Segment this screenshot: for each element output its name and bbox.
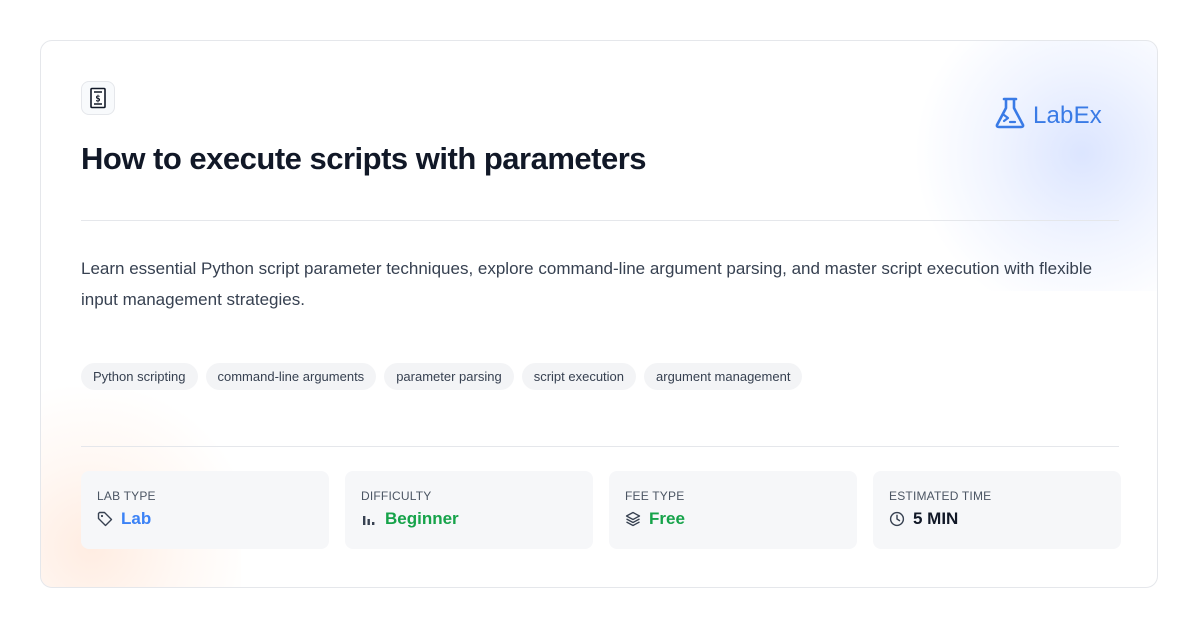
divider-bottom — [81, 446, 1119, 447]
stat-value: 5 MIN — [913, 509, 959, 528]
tag-list: Python scripting command-line arguments … — [81, 363, 803, 390]
layers-icon — [625, 511, 641, 527]
stat-difficulty: DIFFICULTY Beginner — [345, 471, 593, 549]
brand-name: LabEx — [1032, 101, 1102, 129]
stat-value: Beginner — [385, 509, 459, 528]
stat-fee-type: FEE TYPE Free — [609, 471, 857, 549]
svg-text:$: $ — [95, 95, 100, 105]
stat-estimated-time: ESTIMATED TIME 5 MIN — [873, 471, 1121, 549]
divider-top — [81, 220, 1119, 221]
code-document-icon: $ — [81, 81, 115, 115]
tag-icon — [97, 511, 113, 527]
tag-command-line-arguments[interactable]: command-line arguments — [205, 363, 377, 390]
labex-logo: LabEx — [993, 96, 1102, 135]
stat-label: DIFFICULTY — [361, 489, 432, 503]
tag-script-execution[interactable]: script execution — [521, 363, 637, 390]
stat-lab-type: LAB TYPE Lab — [81, 471, 329, 549]
tag-argument-management[interactable]: argument management — [644, 363, 803, 390]
tag-parameter-parsing[interactable]: parameter parsing — [384, 363, 514, 390]
stat-value: Lab — [121, 509, 152, 528]
lab-card: $ How to execute scripts with parameters… — [40, 40, 1158, 588]
stat-value: Free — [649, 509, 685, 528]
tag-python-scripting[interactable]: Python scripting — [81, 363, 198, 390]
stat-label: FEE TYPE — [625, 489, 685, 503]
stat-label: LAB TYPE — [97, 489, 156, 503]
bar-chart-icon — [361, 511, 377, 527]
stat-label: ESTIMATED TIME — [889, 489, 992, 503]
stats-row: LAB TYPE Lab DIFFICULTY Beginner FEE TYP… — [81, 471, 1121, 549]
description: Learn essential Python script parameter … — [81, 259, 1093, 309]
clock-icon — [889, 511, 905, 527]
flask-terminal-icon — [993, 96, 1027, 135]
page-title: How to execute scripts with parameters — [81, 141, 647, 176]
